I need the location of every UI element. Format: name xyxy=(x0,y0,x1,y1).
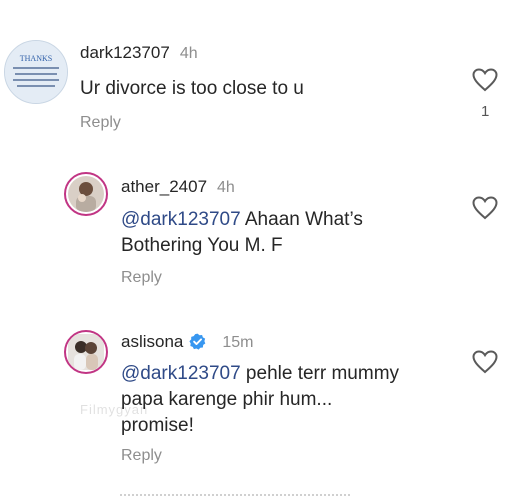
avatar[interactable] xyxy=(64,172,108,216)
reply-button[interactable]: Reply xyxy=(121,269,162,287)
comment-time: 4h xyxy=(179,45,198,62)
username-text[interactable]: dark123707 xyxy=(80,43,170,62)
mention-link[interactable]: @dark123707 xyxy=(121,363,241,384)
comment-text: Ur divorce is too close to u xyxy=(80,78,304,99)
watermark: Filmygyan xyxy=(80,402,149,417)
username-text[interactable]: aslisona xyxy=(121,332,183,351)
divider xyxy=(120,494,350,498)
avatar[interactable] xyxy=(64,330,108,374)
comment-username[interactable]: aslisona 15m xyxy=(121,332,254,352)
comment-username[interactable]: ather_2407 4h xyxy=(121,177,235,197)
comment-text-line1: Ahaan What’s xyxy=(240,209,363,230)
comment-dark123707: THANKS dark123707 4h Ur divorce is too cl… xyxy=(0,0,510,150)
comment-text-line2: papa karenge phir hum... xyxy=(121,389,333,410)
comment-time: 15m xyxy=(222,334,254,351)
verified-badge-icon xyxy=(189,333,206,350)
comment-time: 4h xyxy=(217,179,235,196)
comment-text-line2: Bothering You M. F xyxy=(121,235,283,256)
comment-text: @dark123707 Ahaan What’s Bothering You M… xyxy=(121,207,461,259)
like-heart-icon[interactable] xyxy=(472,350,498,374)
like-count: 1 xyxy=(481,103,490,120)
comment-aslisona: aslisona 15m @dark123707 pehle terr mumm… xyxy=(0,320,510,490)
comment-text-line3: promise! xyxy=(121,415,194,436)
comment-text: @dark123707 pehle terr mummy papa kareng… xyxy=(121,361,461,439)
reply-button[interactable]: Reply xyxy=(121,447,162,465)
comment-text-line1: pehle terr mummy xyxy=(240,363,400,384)
mention-link[interactable]: @dark123707 xyxy=(121,209,241,230)
comment-ather_2407: ather_2407 4h @dark123707 Ahaan What’s Bo… xyxy=(0,160,510,300)
avatar[interactable]: THANKS xyxy=(4,40,68,104)
comment-username[interactable]: dark123707 4h xyxy=(80,43,198,63)
avatar-text: THANKS xyxy=(20,54,52,63)
like-heart-icon[interactable] xyxy=(472,196,498,220)
reply-button[interactable]: Reply xyxy=(80,114,121,132)
like-heart-icon[interactable] xyxy=(472,68,498,92)
username-text[interactable]: ather_2407 xyxy=(121,177,207,196)
